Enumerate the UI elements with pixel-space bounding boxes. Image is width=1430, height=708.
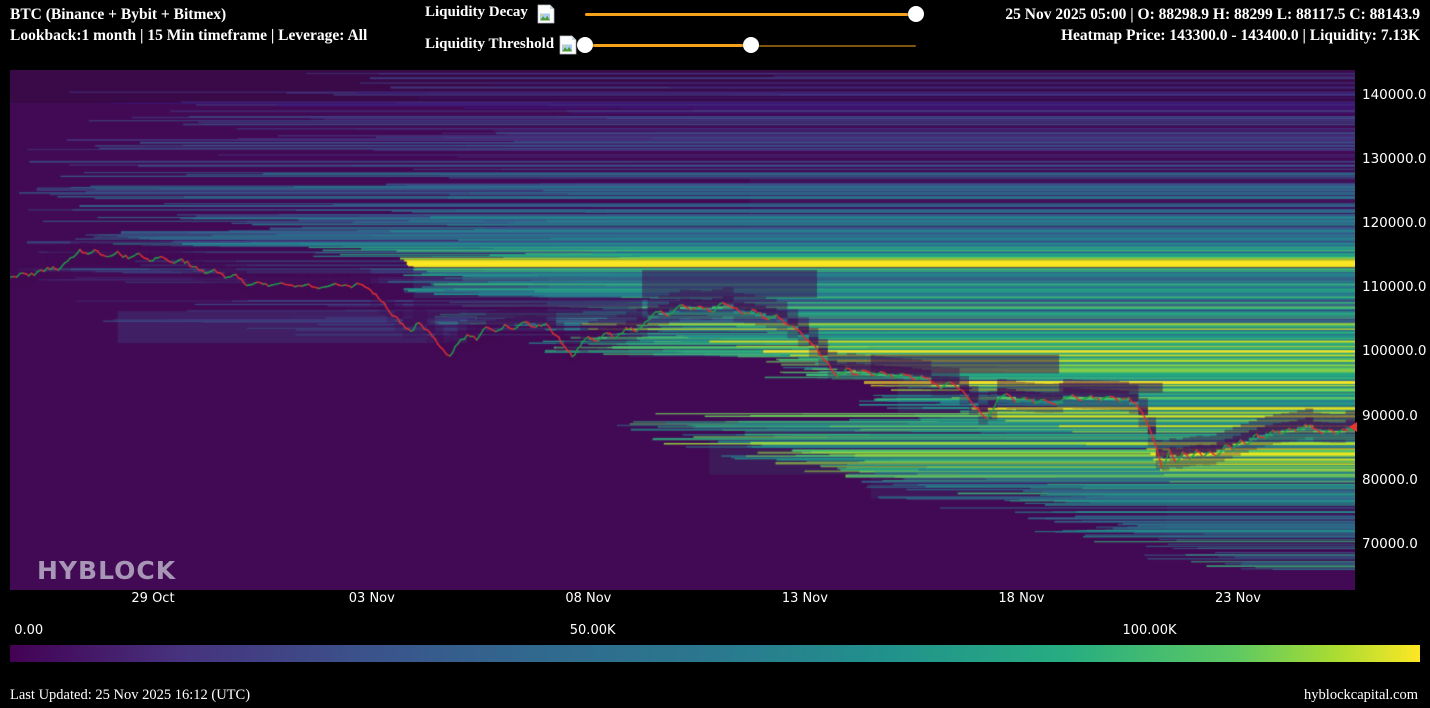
y-axis-tick: 70000.0	[1362, 536, 1418, 552]
x-axis-tick: 23 Nov	[1203, 591, 1273, 606]
ohlc-readout: 25 Nov 2025 05:00 | O: 88298.9 H: 88299 …	[1005, 4, 1420, 25]
y-axis-tick: 80000.0	[1362, 472, 1418, 488]
colorbar-label: 50.00K	[570, 623, 616, 638]
chart-subtitle: Lookback:1 month | 15 Min timeframe | Le…	[10, 25, 367, 46]
liquidity-threshold-high-thumb[interactable]	[743, 37, 759, 53]
x-axis-tick: 03 Nov	[337, 591, 407, 606]
broken-image-icon	[558, 35, 578, 55]
colorbar-label: 100.00K	[1122, 623, 1176, 638]
y-axis-tick: 120000.0	[1362, 215, 1426, 231]
x-axis-tick: 13 Nov	[770, 591, 840, 606]
liquidity-threshold-track-active[interactable]	[585, 44, 751, 47]
y-axis-tick: 90000.0	[1362, 408, 1418, 424]
colorbar-gradient	[10, 645, 1420, 662]
header-left: BTC (Binance + Bybit + Bitmex) Lookback:…	[10, 4, 367, 46]
y-axis-tick: 100000.0	[1362, 343, 1426, 359]
header-right: 25 Nov 2025 05:00 | O: 88298.9 H: 88299 …	[1005, 4, 1420, 46]
liquidation-heatmap-canvas[interactable]	[10, 70, 1355, 590]
last-updated-text: Last Updated: 25 Nov 2025 16:12 (UTC)	[10, 687, 250, 704]
liquidity-threshold-label: Liquidity Threshold	[425, 36, 554, 53]
liquidity-decay-label: Liquidity Decay	[425, 4, 528, 21]
chart-title: BTC (Binance + Bybit + Bitmex)	[10, 4, 367, 25]
liquidity-decay-thumb[interactable]	[908, 6, 924, 22]
hyblock-watermark: HYBLOCK	[37, 556, 176, 585]
heatmap-readout: Heatmap Price: 143300.0 - 143400.0 | Liq…	[1005, 25, 1420, 46]
liquidity-decay-track[interactable]	[585, 13, 916, 16]
site-link[interactable]: hyblockcapital.com	[1304, 687, 1418, 704]
x-axis-tick: 29 Oct	[118, 591, 188, 606]
liquidity-threshold-track-inactive[interactable]	[751, 45, 917, 47]
colorbar-label: 0.00	[14, 623, 43, 638]
y-axis-tick: 130000.0	[1362, 151, 1426, 167]
x-axis-tick: 18 Nov	[986, 591, 1056, 606]
app-root: BTC (Binance + Bybit + Bitmex) Lookback:…	[0, 0, 1430, 708]
x-axis-tick: 08 Nov	[553, 591, 623, 606]
broken-image-icon	[536, 4, 556, 24]
liquidity-threshold-low-thumb[interactable]	[577, 37, 593, 53]
liquidity-threshold-slider[interactable]	[585, 37, 916, 53]
last-price-marker-icon	[1349, 422, 1357, 432]
liquidity-decay-slider[interactable]	[585, 6, 916, 22]
y-axis-tick: 140000.0	[1362, 87, 1426, 103]
y-axis-tick: 110000.0	[1362, 279, 1426, 295]
